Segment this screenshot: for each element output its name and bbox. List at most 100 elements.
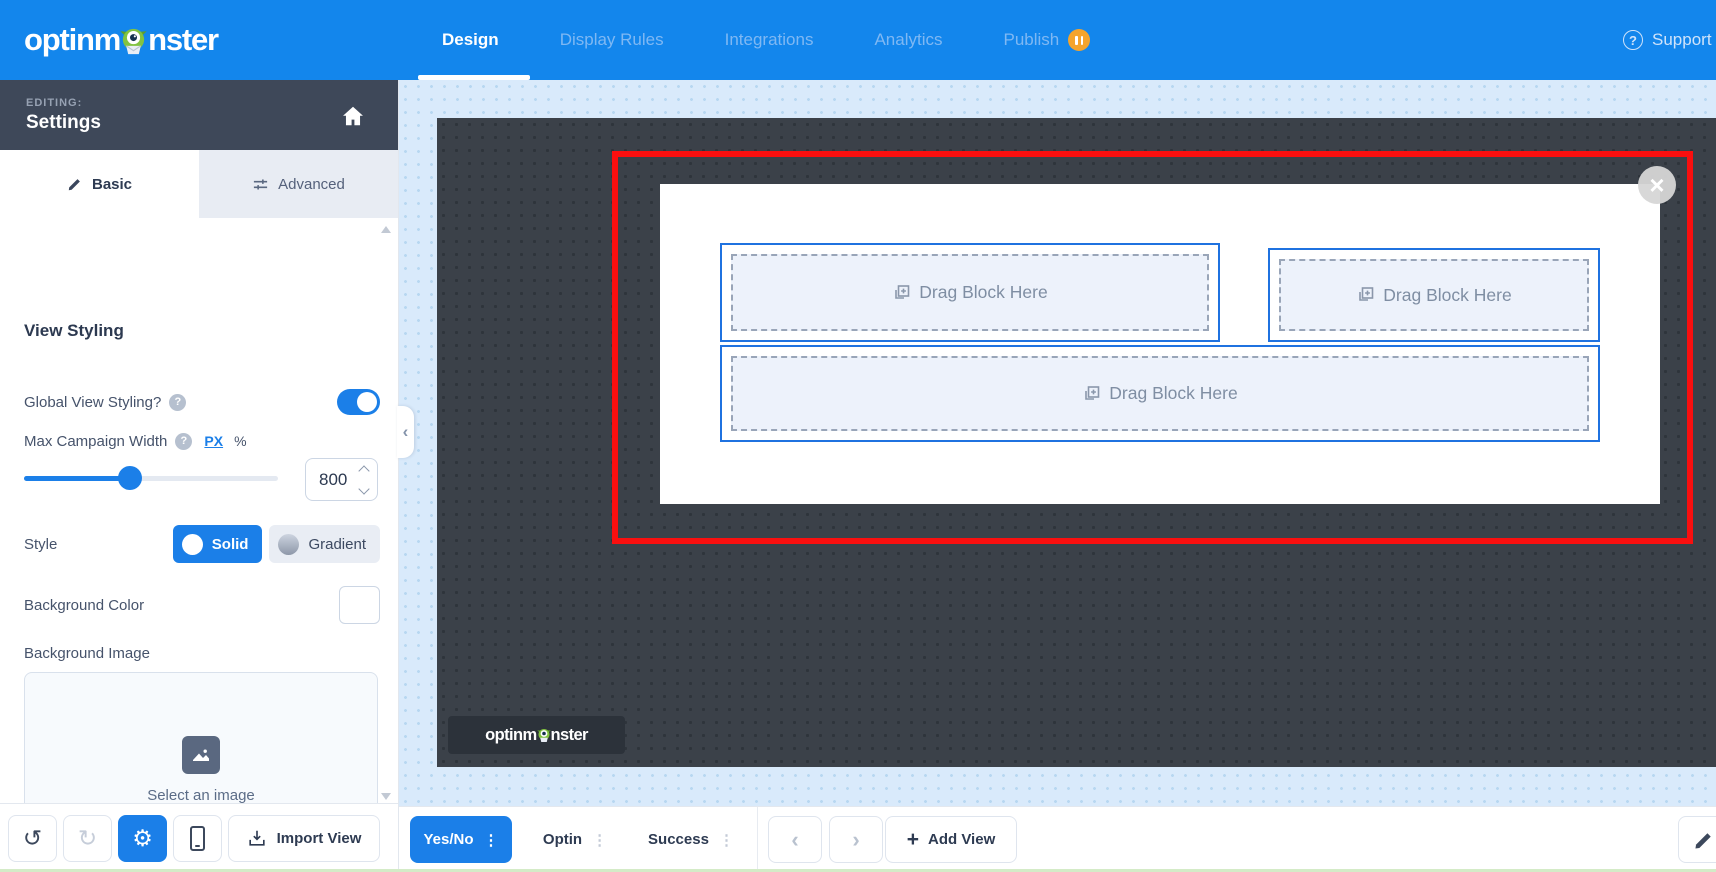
tab-advanced[interactable]: Advanced bbox=[199, 150, 398, 218]
close-icon: × bbox=[1649, 170, 1665, 200]
mobile-preview-button[interactable] bbox=[173, 814, 222, 862]
nav-tabs: Design Display Rules Integrations Analyt… bbox=[442, 0, 1091, 80]
tab-publish[interactable]: Publish bbox=[1004, 29, 1091, 51]
max-campaign-width-row: Max Campaign Width ? PX % bbox=[24, 430, 380, 452]
tab-design[interactable]: Design bbox=[442, 30, 499, 50]
sidebar-toolbar: ↺ ↻ ⚙ Import View bbox=[0, 803, 398, 872]
sliders-icon bbox=[254, 178, 268, 190]
slider-thumb[interactable] bbox=[118, 466, 142, 490]
brand-logo-text-pre: optinm bbox=[24, 22, 121, 57]
tab-basic[interactable]: Basic bbox=[0, 150, 199, 218]
style-solid-label: Solid bbox=[211, 535, 249, 553]
powered-by-badge: optinm nster bbox=[448, 716, 625, 754]
style-solid-button[interactable]: Solid bbox=[172, 525, 263, 563]
dropzone-label: Drag Block Here bbox=[919, 282, 1048, 302]
style-gradient-button[interactable]: Gradient bbox=[269, 525, 380, 563]
background-color-swatch[interactable] bbox=[339, 586, 380, 624]
max-width-input-wrap bbox=[305, 458, 378, 501]
home-button[interactable] bbox=[340, 103, 366, 129]
dropzone-row-bottom[interactable]: Drag Block Here bbox=[720, 345, 1600, 442]
editing-view-title: Settings bbox=[26, 112, 101, 133]
kebab-menu-icon[interactable]: ⋮ bbox=[484, 831, 499, 849]
campaign-body[interactable] bbox=[660, 184, 1660, 504]
dropzone-target[interactable]: Drag Block Here bbox=[731, 356, 1589, 431]
solid-swatch-icon bbox=[181, 533, 203, 555]
slider-fill bbox=[24, 476, 128, 481]
tab-display-rules[interactable]: Display Rules bbox=[560, 30, 664, 50]
dropzone-label: Drag Block Here bbox=[1109, 383, 1238, 403]
gradient-swatch-icon bbox=[278, 533, 300, 555]
drag-block-icon bbox=[895, 284, 910, 299]
gear-icon: ⚙ bbox=[132, 824, 153, 851]
import-view-label: Import View bbox=[276, 829, 362, 847]
view-optin-label: Optin bbox=[542, 831, 583, 848]
home-icon bbox=[343, 106, 363, 126]
scrollbar-up-icon[interactable] bbox=[381, 226, 391, 233]
redo-button[interactable]: ↻ bbox=[63, 814, 112, 862]
global-view-styling-row: Global View Styling? ? bbox=[24, 387, 380, 417]
help-icon[interactable]: ? bbox=[175, 432, 193, 450]
toggle-knob bbox=[357, 392, 377, 412]
import-view-button[interactable]: Import View bbox=[228, 814, 380, 862]
campaign-close-button[interactable]: × bbox=[1638, 166, 1676, 204]
unit-percent-link[interactable]: % bbox=[234, 433, 246, 449]
tab-integrations[interactable]: Integrations bbox=[725, 30, 814, 50]
number-stepper[interactable] bbox=[358, 465, 370, 495]
kebab-menu-icon[interactable]: ⋮ bbox=[719, 831, 734, 849]
next-view-button[interactable]: › bbox=[829, 816, 883, 863]
redo-icon: ↻ bbox=[77, 824, 98, 851]
dropzone-label: Drag Block Here bbox=[1383, 284, 1512, 305]
settings-button[interactable]: ⚙ bbox=[118, 814, 167, 862]
drag-block-icon bbox=[1359, 287, 1374, 301]
support-button[interactable]: ? Support bbox=[1623, 0, 1712, 80]
style-gradient-label: Gradient bbox=[308, 535, 366, 553]
editing-label: EDITING: bbox=[26, 97, 83, 109]
undo-button[interactable]: ↺ bbox=[8, 814, 57, 862]
global-view-styling-toggle[interactable] bbox=[337, 389, 380, 415]
dropzone-column-right[interactable]: Drag Block Here bbox=[1268, 248, 1600, 342]
max-width-slider[interactable] bbox=[24, 466, 278, 490]
unit-px-link[interactable]: PX bbox=[204, 433, 223, 449]
campaign-canvas[interactable]: × Drag Block Here Drag Block Here Drag B… bbox=[437, 118, 1716, 767]
help-icon[interactable]: ? bbox=[169, 393, 187, 411]
stepper-up-icon[interactable] bbox=[358, 465, 370, 477]
support-label: Support bbox=[1652, 30, 1712, 49]
question-icon: ? bbox=[1623, 30, 1643, 50]
view-yesno-button[interactable]: Yes/No ⋮ bbox=[410, 816, 512, 863]
active-tab-underline bbox=[418, 75, 530, 80]
sidebar-header: EDITING: Settings bbox=[0, 80, 398, 150]
builder-workspace: × Drag Block Here Drag Block Here Drag B… bbox=[399, 80, 1716, 872]
add-view-label: Add View bbox=[928, 831, 996, 848]
max-campaign-width-label: Max Campaign Width bbox=[24, 432, 168, 450]
pencil-icon bbox=[68, 179, 80, 191]
view-optin-button[interactable]: Optin ⋮ bbox=[529, 816, 621, 863]
kebab-menu-icon[interactable]: ⋮ bbox=[592, 831, 607, 849]
dropzone-target[interactable]: Drag Block Here bbox=[731, 254, 1209, 331]
tab-analytics[interactable]: Analytics bbox=[874, 30, 942, 50]
brand-logo-text-post: nster bbox=[148, 22, 219, 57]
sidebar: EDITING: Settings Basic Advanced View St… bbox=[0, 80, 399, 872]
chevron-right-icon: › bbox=[852, 826, 860, 852]
drag-block-icon bbox=[1085, 385, 1100, 400]
sidebar-collapse-handle[interactable]: ‹ bbox=[397, 406, 414, 458]
undo-icon: ↺ bbox=[22, 824, 43, 851]
collapse-icon: ‹ bbox=[402, 422, 409, 441]
edit-view-button[interactable] bbox=[1678, 816, 1716, 863]
stepper-down-icon[interactable] bbox=[358, 483, 370, 495]
view-success-button[interactable]: Success ⋮ bbox=[637, 816, 745, 863]
max-width-input[interactable] bbox=[306, 459, 356, 500]
brand-logo: optinm nster bbox=[24, 0, 219, 80]
badge-brand-post: nster bbox=[550, 725, 589, 744]
dropzone-target[interactable]: Drag Block Here bbox=[1279, 259, 1589, 331]
add-view-button[interactable]: + Add View bbox=[885, 816, 1017, 863]
previous-view-button[interactable]: ‹ bbox=[768, 816, 822, 863]
select-image-label: Select an image bbox=[147, 787, 255, 804]
style-row: Style Solid Gradient bbox=[24, 525, 380, 563]
chevron-left-icon: ‹ bbox=[791, 826, 799, 852]
scrollbar-down-icon[interactable] bbox=[381, 793, 391, 800]
monster-icon bbox=[536, 729, 551, 742]
tab-publish-label: Publish bbox=[1003, 30, 1060, 49]
background-color-row: Background Color bbox=[24, 585, 380, 625]
dropzone-column-left[interactable]: Drag Block Here bbox=[720, 243, 1220, 342]
view-yesno-label: Yes/No bbox=[423, 831, 474, 848]
